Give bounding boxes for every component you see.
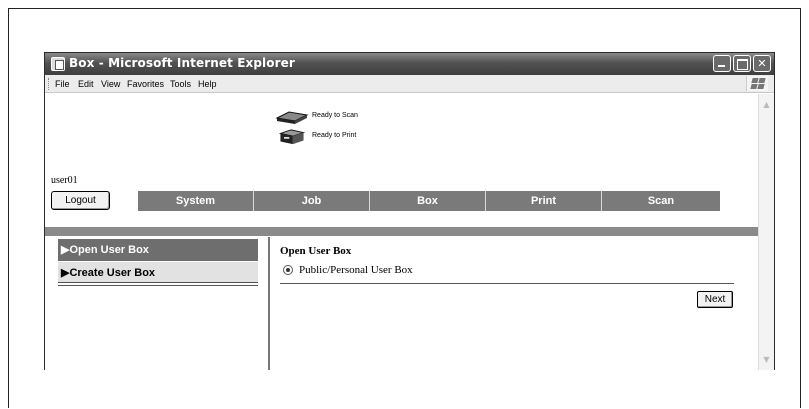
close-button[interactable]: ✕ <box>753 55 771 72</box>
windows-logo-icon <box>746 76 768 91</box>
maximize-button[interactable] <box>733 55 751 72</box>
menu-help[interactable]: Help <box>198 79 217 89</box>
toolbar-grip <box>48 78 50 90</box>
menu-tools[interactable]: Tools <box>170 79 191 89</box>
username-label: user01 <box>51 175 78 186</box>
printer-icon <box>278 129 306 145</box>
ie-page-icon <box>51 57 65 71</box>
page-title: Open User Box <box>280 245 352 257</box>
minimize-button[interactable] <box>713 55 731 72</box>
next-button[interactable]: Next <box>697 291 733 308</box>
sidebar-item-create-user-box[interactable]: ▶Create User Box <box>58 261 258 283</box>
main-divider <box>280 283 734 284</box>
tab-box[interactable]: Box <box>370 191 486 211</box>
scroll-up-icon[interactable]: ▲ <box>760 98 773 111</box>
public-personal-label: Public/Personal User Box <box>299 264 413 276</box>
tab-system[interactable]: System <box>138 191 254 211</box>
tab-scan[interactable]: Scan <box>602 191 720 211</box>
tab-print[interactable]: Print <box>486 191 602 211</box>
scanner-icon <box>275 111 309 124</box>
menu-edit[interactable]: Edit <box>78 79 94 89</box>
main-nav: System Job Box Print Scan <box>138 191 720 211</box>
section-divider <box>45 227 758 236</box>
scanner-status-text: Ready to Scan <box>312 112 358 119</box>
public-personal-radio[interactable] <box>283 265 293 275</box>
printer-status-text: Ready to Print <box>312 132 357 139</box>
menu-file[interactable]: File <box>55 79 70 89</box>
tab-job[interactable]: Job <box>254 191 370 211</box>
page-content: Ready to Scan Ready to Print user01 Logo… <box>45 94 758 370</box>
menu-view[interactable]: View <box>101 79 120 89</box>
sidebar: ▶Open User Box ▶Create User Box <box>58 239 258 286</box>
close-icon: ✕ <box>757 57 767 70</box>
scroll-down-icon[interactable]: ▼ <box>760 353 773 366</box>
logout-button[interactable]: Logout <box>51 191 110 210</box>
vertical-scrollbar[interactable]: ▲ ▼ <box>758 94 774 370</box>
menu-favorites[interactable]: Favorites <box>127 79 164 89</box>
browser-window: Box - Microsoft Internet Explorer ✕ File… <box>44 52 775 370</box>
title-bar[interactable]: Box - Microsoft Internet Explorer ✕ <box>45 53 774 75</box>
column-divider <box>268 237 270 370</box>
sidebar-divider <box>58 285 258 286</box>
sidebar-item-open-user-box[interactable]: ▶Open User Box <box>58 239 258 261</box>
window-title: Box - Microsoft Internet Explorer <box>69 56 295 70</box>
menu-bar: File Edit View Favorites Tools Help <box>45 75 774 93</box>
